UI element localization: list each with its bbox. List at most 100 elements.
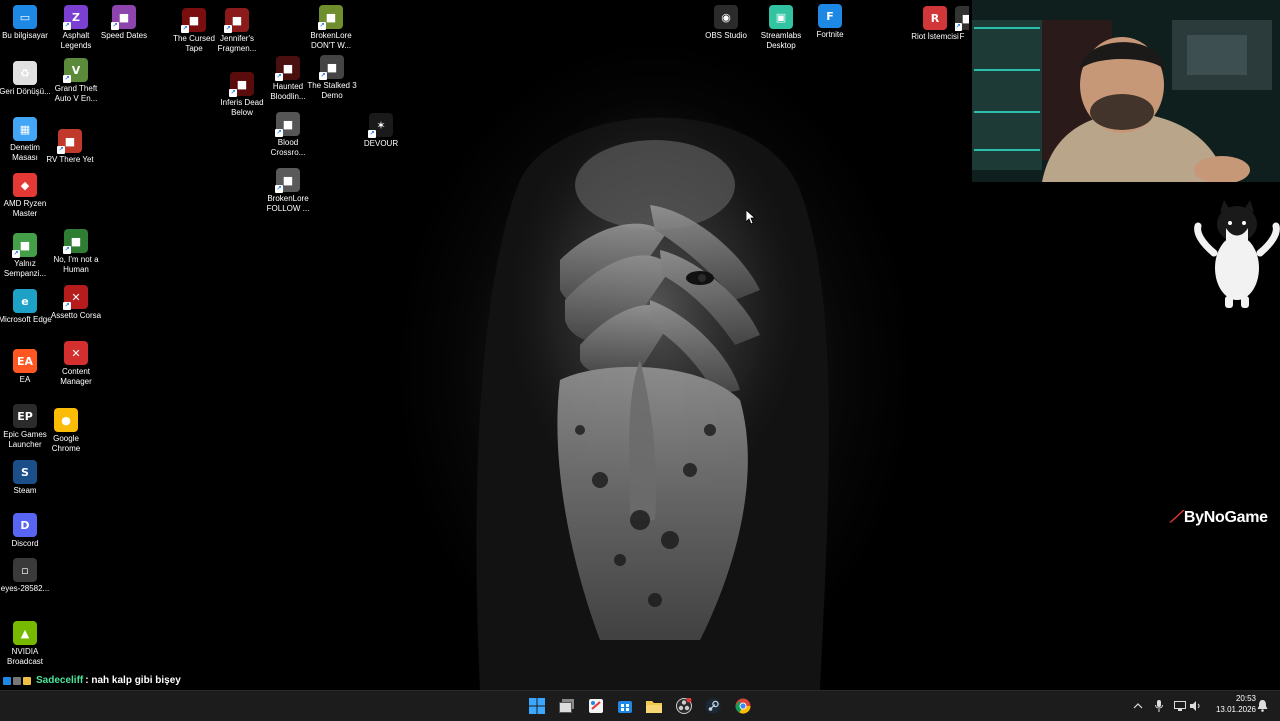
network-icon[interactable] bbox=[1172, 691, 1188, 721]
devour-icon: ✶ ↗ bbox=[368, 113, 393, 138]
desktop-icon[interactable]: EA EA bbox=[0, 349, 53, 385]
desktop-icon-label: Steam bbox=[13, 486, 37, 495]
desktop-icon-label: DEVOUR bbox=[363, 139, 399, 148]
desktop-icon-label: Content Manager bbox=[60, 367, 92, 386]
desktop-icon-label: RV There Yet bbox=[46, 155, 94, 164]
game-icon: ■ ↗ bbox=[275, 168, 300, 193]
chrome-icon: ● bbox=[54, 408, 78, 432]
shortcut-arrow-icon: ↗ bbox=[318, 22, 326, 30]
desktop-icon[interactable]: ■ ↗ No, I'm not a Human bbox=[48, 229, 104, 275]
game-icon: ■ ↗ bbox=[224, 8, 249, 33]
shortcut-arrow-icon: ↗ bbox=[63, 302, 71, 310]
desktop-icon[interactable]: ▲ NVIDIA Broadcast bbox=[0, 621, 53, 667]
desktop-icon-label: Blood Crossro... bbox=[270, 138, 306, 157]
desktop-icon-label: AMD Ryzen Master bbox=[3, 199, 47, 218]
taskbar-clock[interactable]: 20:53 13.01.2026 bbox=[1204, 693, 1256, 715]
streamlabs-icon: ▣ bbox=[769, 5, 793, 29]
desktop-icon[interactable]: ■ ↗ BrokenLore FOLLOW ... bbox=[260, 168, 316, 214]
asphalt-icon: Z ↗ bbox=[63, 5, 88, 30]
task-view-icon[interactable] bbox=[557, 696, 577, 716]
brand-label: ByNoGame bbox=[1183, 509, 1268, 526]
content-manager-icon: ✕ bbox=[64, 341, 88, 365]
snipping-icon[interactable] bbox=[586, 696, 606, 716]
volume-icon[interactable] bbox=[1188, 691, 1204, 721]
file-explorer-icon[interactable] bbox=[644, 696, 664, 716]
clock-date: 13.01.2026 bbox=[1215, 705, 1256, 714]
shortcut-arrow-icon: ↗ bbox=[12, 250, 20, 258]
shortcut-arrow-icon: ↗ bbox=[275, 129, 283, 137]
desktop-icon-label: Fortnite bbox=[816, 30, 844, 39]
notification-bell-icon[interactable] bbox=[1254, 691, 1270, 721]
desktop-icon-label: Microsoft Edge bbox=[0, 315, 52, 324]
desktop-icon[interactable]: ■ ↗ Jennifer's Fragmen... bbox=[209, 8, 265, 54]
desktop-icon-label: Jennifer's Fragmen... bbox=[217, 34, 257, 53]
desktop-icon-label: EA bbox=[19, 375, 31, 384]
desktop-icon-label: Google Chrome bbox=[51, 434, 81, 453]
desktop-icon-label: BrokenLore DON'T W... bbox=[310, 31, 352, 50]
steam-icon: S bbox=[13, 460, 37, 484]
cat-sticker bbox=[1192, 198, 1280, 310]
mouse-cursor-icon bbox=[745, 209, 757, 230]
computer-icon: ▭ bbox=[13, 5, 37, 29]
desktop-icon[interactable]: ✶ ↗ DEVOUR bbox=[353, 113, 409, 149]
shortcut-arrow-icon: ↗ bbox=[319, 72, 327, 80]
shortcut-arrow-icon: ↗ bbox=[111, 22, 119, 30]
file-icon: ▫ bbox=[13, 558, 37, 582]
store-icon[interactable] bbox=[615, 696, 635, 716]
game-icon: ■ ↗ bbox=[12, 233, 37, 258]
desktop-icon[interactable]: ♻ Geri Dönüşü... bbox=[0, 61, 53, 97]
desktop-icon[interactable]: F Fortnite bbox=[802, 4, 858, 40]
obs-icon[interactable] bbox=[674, 696, 694, 716]
desktop-icon[interactable]: ● Google Chrome bbox=[38, 408, 94, 454]
desktop-icon[interactable]: ■ ↗ F bbox=[955, 6, 969, 42]
desktop-icon[interactable]: S Steam bbox=[0, 460, 53, 496]
chat-username: Sadeceliff bbox=[36, 675, 84, 686]
taskbar bbox=[0, 690, 1280, 721]
game-icon: ■ ↗ bbox=[319, 55, 344, 80]
game-icon: ■ ↗ bbox=[111, 5, 136, 30]
edge-icon: e bbox=[13, 289, 37, 313]
game-icon: ■ ↗ bbox=[63, 229, 88, 254]
shortcut-arrow-icon: ↗ bbox=[275, 185, 283, 193]
tray-overflow-chevron-icon[interactable] bbox=[1130, 691, 1146, 721]
shortcut-arrow-icon: ↗ bbox=[181, 25, 189, 33]
webcam-overlay bbox=[972, 0, 1280, 182]
desktop-icon[interactable]: ▫ eyes-28582... bbox=[0, 558, 53, 594]
desktop-icon-label: Speed Dates bbox=[100, 31, 148, 40]
windows-start-icon[interactable] bbox=[527, 696, 547, 716]
desktop-icon[interactable]: ■ ↗ Yalnız Sempanzi... bbox=[0, 233, 53, 279]
bynogame-watermark: ⟋ ByNoGame bbox=[1170, 509, 1268, 527]
desktop-icon[interactable]: ▭ Bu bilgisayar bbox=[0, 5, 53, 41]
desktop-icon[interactable]: D Discord bbox=[0, 513, 53, 549]
desktop-icon[interactable]: V ↗ Grand Theft Auto V En... bbox=[48, 58, 104, 104]
desktop-icon-label: NVIDIA Broadcast bbox=[6, 647, 44, 666]
shortcut-arrow-icon: ↗ bbox=[57, 146, 65, 154]
steam-icon[interactable] bbox=[703, 696, 723, 716]
game-icon: ■ ↗ bbox=[181, 8, 206, 33]
desktop-icon[interactable]: ■ ↗ Blood Crossro... bbox=[260, 112, 316, 158]
stream-chat-line: Sadeceliff : nah kalp gibi bişey bbox=[3, 675, 181, 686]
desktop-icon[interactable]: ✕ Content Manager bbox=[48, 341, 104, 387]
desktop-icon[interactable]: e Microsoft Edge bbox=[0, 289, 53, 325]
riot-icon: R bbox=[923, 6, 947, 30]
shortcut-arrow-icon: ↗ bbox=[368, 130, 376, 138]
microphone-icon[interactable] bbox=[1152, 691, 1166, 721]
desktop-icon[interactable]: ■ ↗ RV There Yet bbox=[42, 129, 98, 165]
game-icon: ■ ↗ bbox=[318, 5, 343, 30]
amd-ryzen-icon: ◆ bbox=[13, 173, 37, 197]
shortcut-arrow-icon: ↗ bbox=[275, 73, 283, 81]
nvidia-broadcast-icon: ▲ bbox=[13, 621, 37, 645]
desktop-icon-label: Yalnız Sempanzi... bbox=[3, 259, 47, 278]
desktop-icon[interactable]: ■ ↗ Speed Dates bbox=[96, 5, 152, 41]
desktop-icon-label: BrokenLore FOLLOW ... bbox=[266, 194, 310, 213]
chat-message: : nah kalp gibi bişey bbox=[85, 675, 181, 686]
bynogame-logo-icon: ⟋ bbox=[1170, 509, 1181, 526]
desktop-icon-label: Discord bbox=[11, 539, 39, 548]
desktop-icon[interactable]: ◆ AMD Ryzen Master bbox=[0, 173, 53, 219]
desktop-icon[interactable]: ■ ↗ BrokenLore DON'T W... bbox=[303, 5, 359, 51]
desktop-icon[interactable]: ■ ↗ The Stalked 3 Demo bbox=[304, 55, 360, 101]
desktop-icon[interactable]: ✕ ↗ Assetto Corsa bbox=[48, 285, 104, 321]
desktop-icon[interactable]: ◉ OBS Studio bbox=[698, 5, 754, 41]
chrome-icon[interactable] bbox=[733, 696, 753, 716]
desktop-icon[interactable]: ▣ Streamlabs Desktop bbox=[753, 5, 809, 51]
